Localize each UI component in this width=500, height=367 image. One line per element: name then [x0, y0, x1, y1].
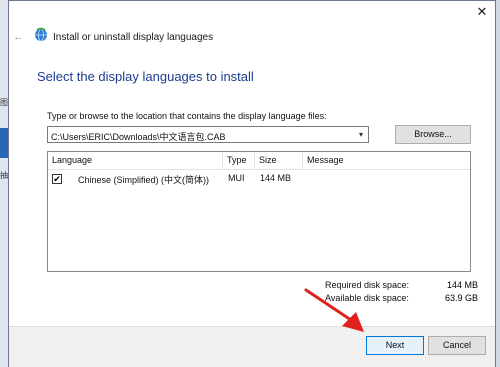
title-bar: ✕ ← Install or uninstall display languag…	[9, 1, 495, 59]
column-header-size[interactable]: Size	[255, 152, 303, 169]
window-title: Install or uninstall display languages	[53, 32, 214, 43]
install-languages-dialog: ✕ ← Install or uninstall display languag…	[8, 0, 496, 367]
required-space-value: 144 MB	[447, 280, 479, 290]
path-input[interactable]: C:\Users\ERIC\Downloads\中文语言包.CAB ▾	[47, 126, 369, 143]
column-header-type[interactable]: Type	[223, 152, 255, 169]
language-list[interactable]: Language Type Size Message ✔ Chinese (Si…	[47, 151, 471, 272]
background-mark-2: 抽	[0, 171, 8, 180]
available-space-value: 63.9 GB	[445, 293, 479, 303]
path-value: C:\Users\ERIC\Downloads\中文语言包.CAB	[51, 132, 226, 142]
column-header-language[interactable]: Language	[48, 152, 223, 169]
size-cell: 144 MB	[260, 173, 292, 183]
back-arrow-icon[interactable]: ←	[13, 31, 24, 43]
language-cell: Chinese (Simplified) (中文(简体))	[78, 175, 210, 185]
available-space-label: Available disk space:	[325, 293, 409, 303]
close-icon[interactable]: ✕	[474, 4, 490, 20]
type-cell: MUI	[228, 173, 245, 183]
cancel-button[interactable]: Cancel	[428, 336, 486, 355]
checkbox-icon[interactable]: ✔	[52, 174, 62, 184]
required-space-label: Required disk space:	[325, 280, 410, 290]
page-heading: Select the display languages to install	[37, 69, 254, 84]
background-selection	[0, 128, 8, 158]
browse-button[interactable]: Browse...	[395, 125, 471, 144]
list-header: Language Type Size Message	[48, 152, 470, 170]
next-button[interactable]: Next	[366, 336, 424, 355]
table-row[interactable]: ✔ Chinese (Simplified) (中文(简体)) MUI 144 …	[48, 171, 470, 187]
path-label: Type or browse to the location that cont…	[47, 111, 327, 121]
chevron-down-icon[interactable]: ▾	[354, 127, 368, 142]
globe-icon	[35, 27, 47, 42]
column-header-message[interactable]: Message	[303, 152, 463, 169]
background-mark-1: 图	[0, 98, 8, 107]
